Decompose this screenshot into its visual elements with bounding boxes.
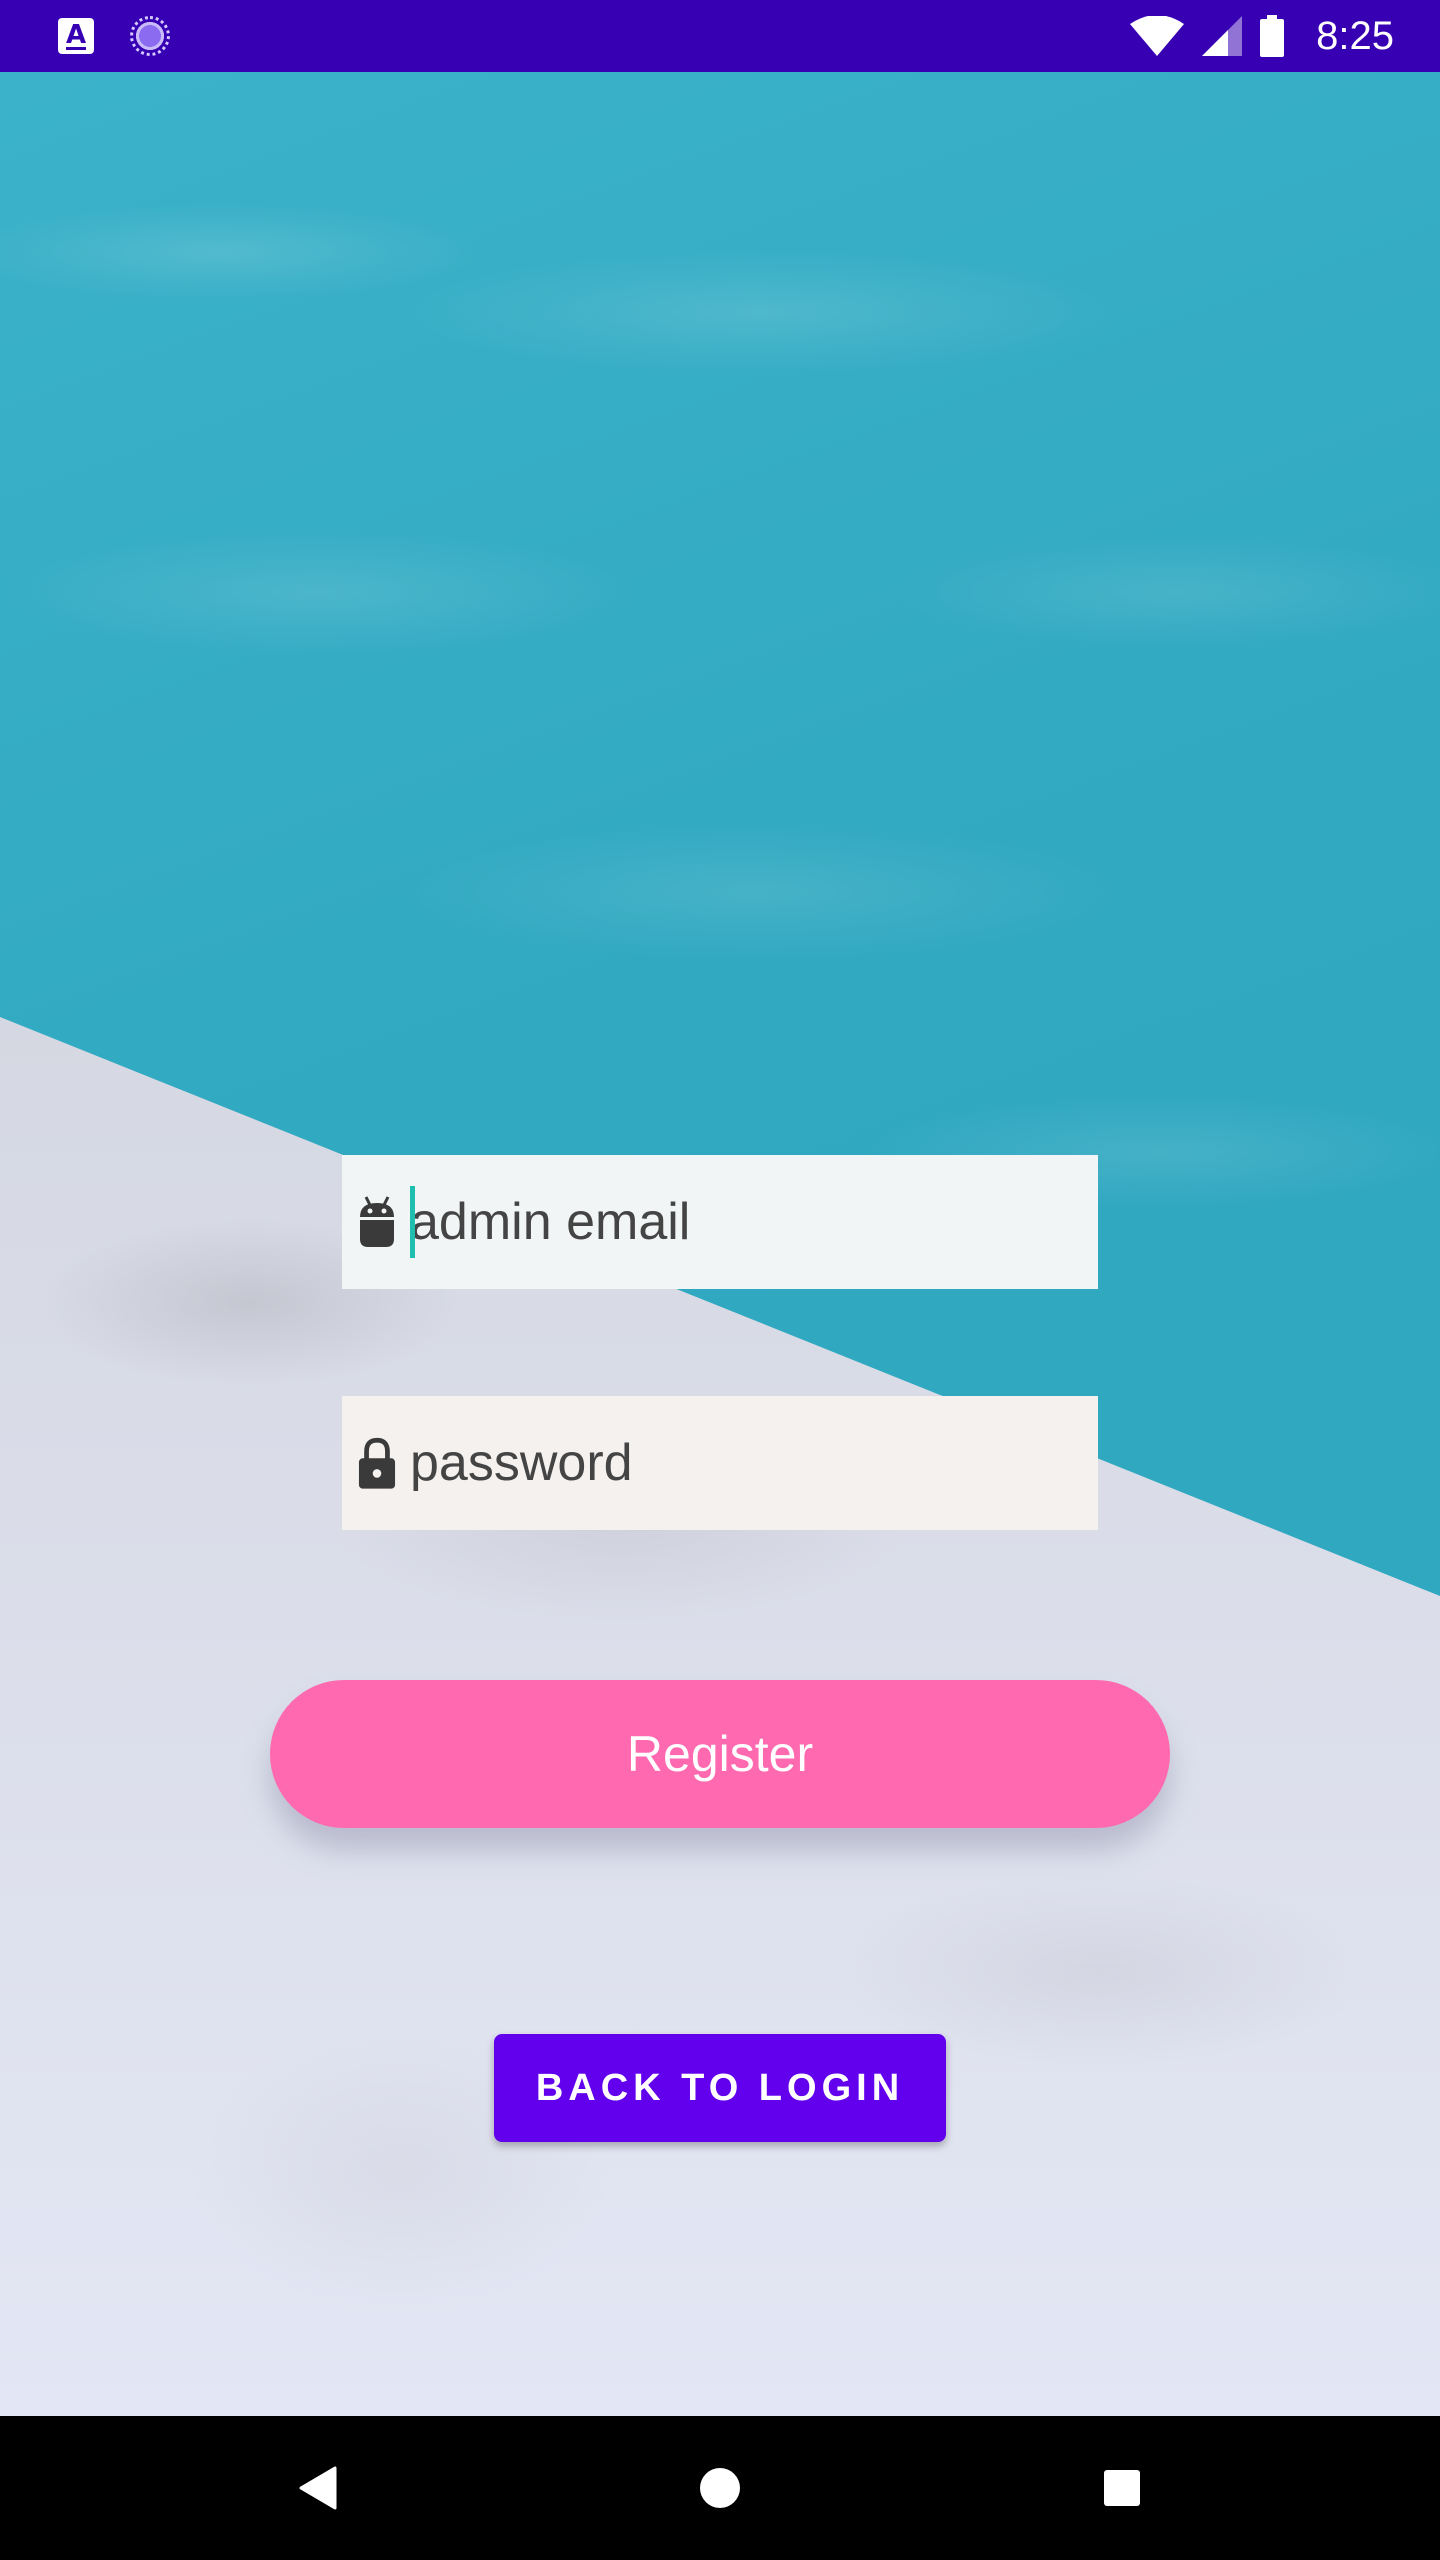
status-bar-clock: 8:25 <box>1316 13 1394 58</box>
text-cursor <box>410 1186 415 1258</box>
android-icon <box>358 1192 396 1252</box>
wifi-icon <box>1130 16 1185 56</box>
content-area: Register BACK TO LOGIN <box>0 72 1440 2416</box>
home-circle-icon <box>700 2468 740 2508</box>
status-bar: A 8:25 <box>0 0 1440 72</box>
recents-square-icon <box>1104 2470 1140 2506</box>
register-screen: A 8:25 admin email Register BACK TO LOGI… <box>0 0 1440 2560</box>
register-button[interactable]: Register <box>270 1680 1170 1828</box>
cellular-signal-icon <box>1202 16 1243 56</box>
back-to-login-button[interactable]: BACK TO LOGIN <box>494 2034 946 2142</box>
status-bar-notifications: A <box>58 0 170 72</box>
app-notification-icon: A <box>58 18 94 54</box>
status-bar-system: 8:25 <box>1130 0 1394 72</box>
nav-home-button[interactable] <box>660 2416 780 2560</box>
email-input[interactable] <box>410 1192 1070 1252</box>
back-triangle-icon <box>299 2466 337 2510</box>
lock-icon <box>358 1433 396 1493</box>
password-input[interactable] <box>410 1433 1070 1493</box>
sync-notification-icon <box>130 16 170 56</box>
password-field[interactable] <box>342 1396 1098 1530</box>
email-field[interactable] <box>342 1155 1098 1289</box>
nav-recents-button[interactable] <box>1062 2416 1182 2560</box>
battery-icon <box>1260 15 1285 57</box>
nav-back-button[interactable] <box>257 2416 377 2560</box>
navigation-bar <box>0 2416 1440 2560</box>
